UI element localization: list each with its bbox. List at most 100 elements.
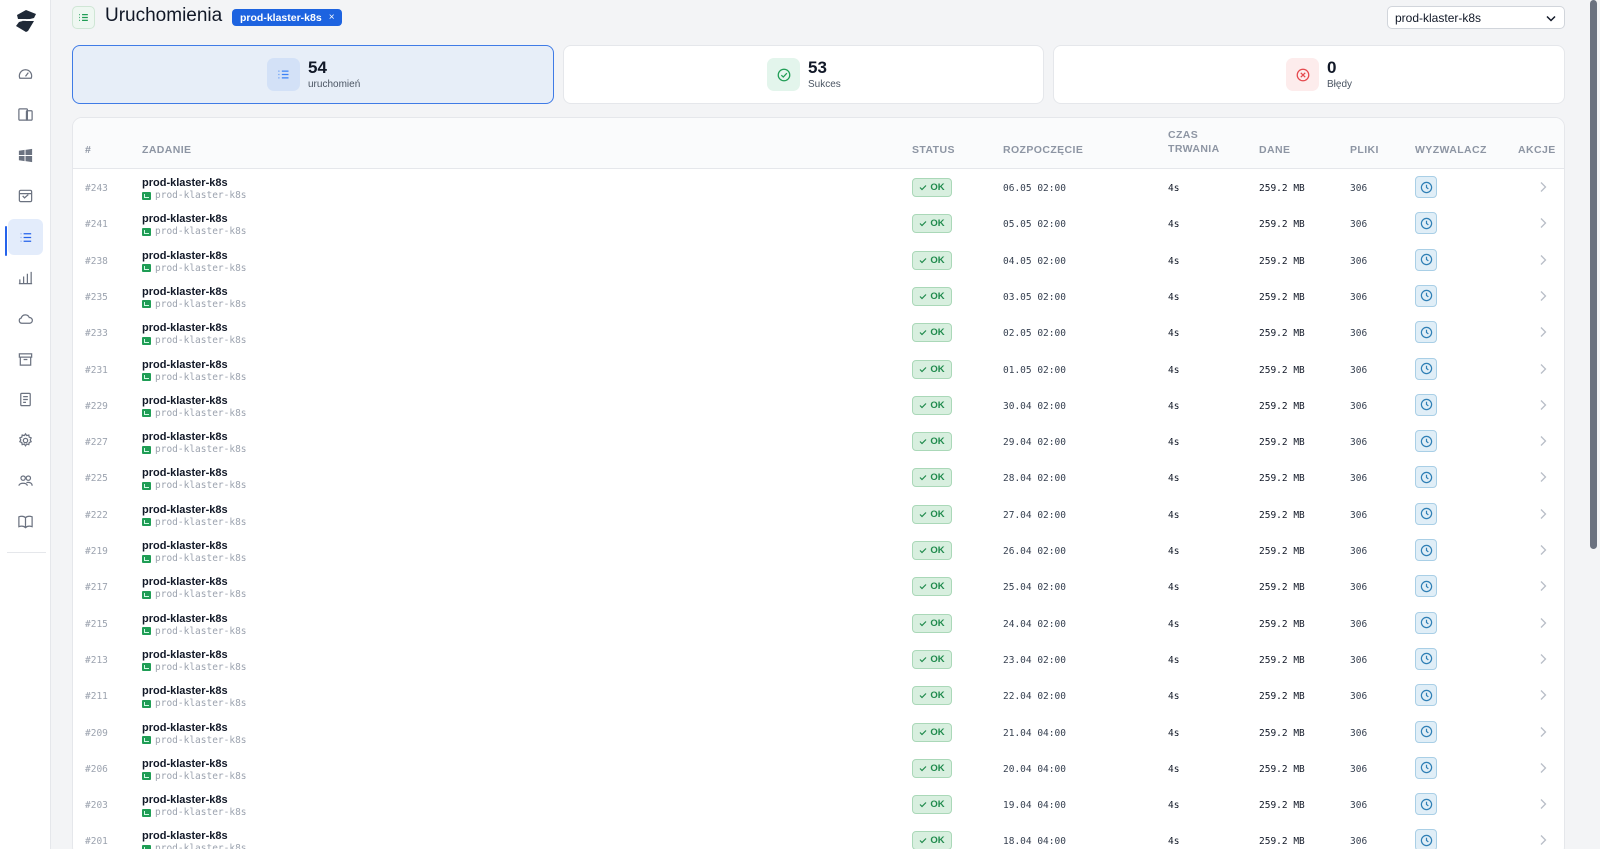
nav-documents[interactable] <box>8 381 43 417</box>
task-cluster-label: prod-klaster-k8s <box>155 843 247 849</box>
table-row[interactable]: #203 prod-klaster-k8s prod-klaster-k8s OK 19… <box>73 787 1564 823</box>
table-row[interactable]: #217 prod-klaster-k8s prod-klaster-k8s OK 25… <box>73 569 1564 605</box>
th-num[interactable]: # <box>85 143 91 157</box>
table-row[interactable]: #233 prod-klaster-k8s prod-klaster-k8s OK 02… <box>73 315 1564 351</box>
trigger-schedule[interactable] <box>1415 684 1437 707</box>
file-count: 306 <box>1350 582 1368 594</box>
table-row[interactable]: #231 prod-klaster-k8s prod-klaster-k8s OK 01… <box>73 352 1564 388</box>
trigger-schedule[interactable] <box>1415 502 1437 525</box>
close-icon[interactable]: × <box>329 12 335 23</box>
table-row[interactable]: #215 prod-klaster-k8s prod-klaster-k8s OK 24… <box>73 606 1564 642</box>
table-row[interactable]: #211 prod-klaster-k8s prod-klaster-k8s OK 22… <box>73 678 1564 714</box>
table-row[interactable]: #222 prod-klaster-k8s prod-klaster-k8s OK 27… <box>73 497 1564 533</box>
nav-reports[interactable] <box>8 259 43 295</box>
nav-schedule[interactable] <box>8 177 43 213</box>
chevron-right-icon[interactable] <box>1539 399 1547 411</box>
trigger-schedule[interactable] <box>1415 466 1437 489</box>
task-cluster-label: prod-klaster-k8s <box>155 407 247 419</box>
trigger-schedule[interactable] <box>1415 284 1437 307</box>
trigger-schedule[interactable] <box>1415 321 1437 344</box>
th-trigger[interactable]: WYZWALACZ <box>1415 143 1487 157</box>
table-row[interactable]: #225 prod-klaster-k8s prod-klaster-k8s OK 28… <box>73 460 1564 496</box>
nav-runs[interactable] <box>8 219 43 255</box>
chevron-right-icon[interactable] <box>1539 544 1547 556</box>
chevron-right-icon[interactable] <box>1539 617 1547 629</box>
chevron-right-icon[interactable] <box>1539 290 1547 302</box>
status-label: OK <box>930 762 945 774</box>
chevron-right-icon[interactable] <box>1539 834 1547 846</box>
table-row[interactable]: #219 prod-klaster-k8s prod-klaster-k8s OK 26… <box>73 533 1564 569</box>
table-row[interactable]: #213 prod-klaster-k8s prod-klaster-k8s OK 23… <box>73 642 1564 678</box>
nav-archive[interactable] <box>8 341 43 377</box>
chevron-right-icon[interactable] <box>1539 762 1547 774</box>
chevron-right-icon[interactable] <box>1539 653 1547 665</box>
chevron-right-icon[interactable] <box>1539 326 1547 338</box>
chevron-right-icon[interactable] <box>1539 508 1547 520</box>
th-data[interactable]: DANE <box>1259 143 1290 157</box>
devices-icon <box>18 107 33 121</box>
trigger-schedule[interactable] <box>1415 248 1437 271</box>
data-size: 259.2 MB <box>1259 800 1305 812</box>
trigger-schedule[interactable] <box>1415 430 1437 453</box>
th-start[interactable]: ROZPOCZĘCIE <box>1003 143 1083 157</box>
table-row[interactable]: #241 prod-klaster-k8s prod-klaster-k8s OK 05… <box>73 206 1564 242</box>
logo-shield-icon[interactable] <box>13 8 39 34</box>
trigger-schedule[interactable] <box>1415 212 1437 235</box>
trigger-schedule[interactable] <box>1415 829 1437 849</box>
chevron-right-icon[interactable] <box>1539 217 1547 229</box>
stat-card-success[interactable]: 53 Sukces <box>563 45 1044 104</box>
th-files[interactable]: PLIKI <box>1350 143 1379 157</box>
task-cluster-label: prod-klaster-k8s <box>155 516 247 528</box>
table-row[interactable]: #238 prod-klaster-k8s prod-klaster-k8s OK 04… <box>73 243 1564 279</box>
chevron-right-icon[interactable] <box>1539 254 1547 266</box>
table-row[interactable]: #201 prod-klaster-k8s prod-klaster-k8s OK 18… <box>73 823 1564 849</box>
stat-card-runs[interactable]: 54 uruchomień <box>72 45 554 104</box>
chevron-right-icon[interactable] <box>1539 689 1547 701</box>
trigger-schedule[interactable] <box>1415 357 1437 380</box>
chevron-right-icon[interactable] <box>1539 580 1547 592</box>
trigger-schedule[interactable] <box>1415 575 1437 598</box>
chevron-right-icon[interactable] <box>1539 471 1547 483</box>
duration: 4s <box>1168 400 1180 412</box>
nav-settings[interactable] <box>8 422 43 458</box>
th-status[interactable]: STATUS <box>912 143 955 157</box>
trigger-schedule[interactable] <box>1415 793 1437 816</box>
duration: 4s <box>1168 546 1180 557</box>
table-row[interactable]: #209 prod-klaster-k8s prod-klaster-k8s OK 21… <box>73 715 1564 751</box>
th-duration[interactable]: CZAS TRWANIA <box>1168 128 1220 156</box>
nav-users[interactable] <box>8 462 43 498</box>
duration: 4s <box>1168 582 1180 594</box>
filter-chip[interactable]: prod-klaster-k8s × <box>232 9 342 26</box>
chevron-right-icon[interactable] <box>1539 726 1547 738</box>
nav-cloud[interactable] <box>8 300 43 336</box>
trigger-schedule[interactable] <box>1415 647 1437 670</box>
task-cluster: prod-klaster-k8s <box>142 226 247 237</box>
chevron-right-icon[interactable] <box>1539 435 1547 447</box>
chevron-right-icon[interactable] <box>1539 798 1547 810</box>
nav-docs[interactable] <box>8 503 43 539</box>
trigger-schedule[interactable] <box>1415 176 1437 198</box>
table-row[interactable]: #227 prod-klaster-k8s prod-klaster-k8s OK 29… <box>73 424 1564 460</box>
trigger-schedule[interactable] <box>1415 539 1437 561</box>
trigger-schedule[interactable] <box>1415 611 1437 634</box>
chevron-right-icon[interactable] <box>1539 181 1547 193</box>
nav-windows[interactable] <box>8 137 43 173</box>
table-row[interactable]: #206 prod-klaster-k8s prod-klaster-k8s OK 20… <box>73 751 1564 787</box>
trigger-schedule[interactable] <box>1415 393 1437 416</box>
page-scrollbar[interactable] <box>1590 0 1597 549</box>
table-row[interactable]: #229 prod-klaster-k8s prod-klaster-k8s OK 30… <box>73 388 1564 424</box>
table-row[interactable]: #235 prod-klaster-k8s prod-klaster-k8s OK 03… <box>73 279 1564 315</box>
status-badge: OK <box>912 541 952 560</box>
clock-icon <box>1420 217 1432 230</box>
trigger-schedule[interactable] <box>1415 720 1437 743</box>
task-name: prod-klaster-k8s <box>142 830 228 843</box>
nav-devices[interactable] <box>8 96 43 132</box>
duration: 4s <box>1168 291 1180 303</box>
table-row[interactable]: #243 prod-klaster-k8s prod-klaster-k8s OK 06… <box>73 170 1564 206</box>
chevron-right-icon[interactable] <box>1539 363 1547 375</box>
stat-card-errors[interactable]: 0 Błędy <box>1053 45 1565 104</box>
trigger-schedule[interactable] <box>1415 756 1437 779</box>
nav-dashboard[interactable] <box>8 56 43 92</box>
cluster-select[interactable]: prod-klaster-k8s <box>1387 6 1565 29</box>
th-task[interactable]: ZADANIE <box>142 143 191 157</box>
